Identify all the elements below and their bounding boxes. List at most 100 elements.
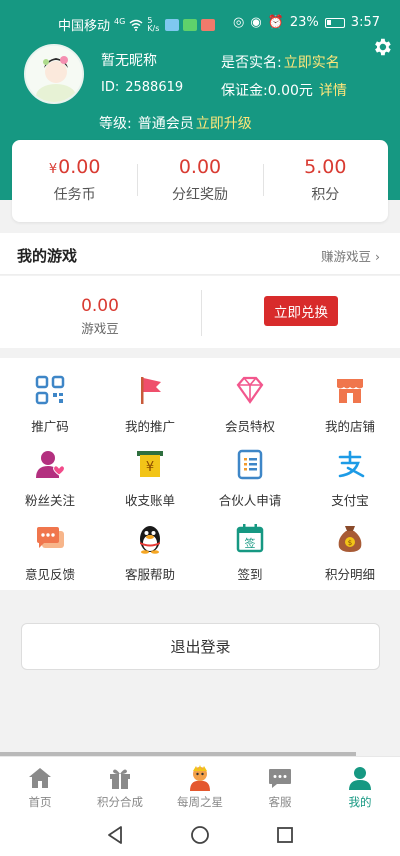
carrier-label: 中国移动	[58, 19, 111, 34]
divider	[201, 290, 202, 336]
system-navigation-bar	[0, 814, 400, 856]
alipay-icon	[338, 450, 365, 478]
diamond-icon	[236, 376, 264, 404]
task-coin-value: 0.00	[58, 156, 101, 178]
wechat-icon	[183, 18, 198, 31]
upgrade-link[interactable]: 立即升级	[196, 116, 252, 132]
tab-home[interactable]: 首页	[0, 757, 80, 814]
tab-label: 积分合成	[97, 795, 143, 809]
menu-item-feedback[interactable]: 意见反馈	[0, 522, 100, 583]
menu-item-vip-privilege[interactable]: 会员特权	[200, 374, 300, 435]
points-value: 5.00	[304, 156, 347, 178]
section-title: 我的游戏	[17, 247, 78, 265]
stat-label: 分红奖励	[171, 187, 228, 203]
app-notification-icon	[165, 18, 180, 31]
deposit-detail-link[interactable]: 详情	[319, 83, 347, 99]
battery-icon	[324, 17, 345, 28]
nfc-icon: ◎	[233, 15, 245, 30]
map-notification-icon	[201, 18, 216, 31]
menu-item-promo-code[interactable]: 推广码	[0, 374, 100, 435]
earn-beans-label: 赚游戏豆	[321, 249, 372, 264]
deposit-value: 0.00元	[267, 83, 313, 99]
user-id-value: 2588619	[125, 80, 184, 95]
user-heart-icon	[36, 451, 65, 478]
star-character-icon	[190, 765, 210, 791]
tab-label: 首页	[28, 795, 52, 809]
menu-item-partner-apply[interactable]: 合伙人申请	[200, 448, 300, 509]
menu-item-label: 会员特权	[224, 419, 275, 434]
alarm-icon: ⏰	[267, 15, 284, 30]
battery-percent: 23%	[289, 15, 319, 30]
qr-code-icon	[35, 375, 65, 405]
status-bar: 中国移动 4G 5 K/s ◎ ◉ ⏰ 23% 3:57	[0, 0, 400, 44]
menu-item-my-shop[interactable]: 我的店铺	[300, 374, 400, 435]
tab-label: 每周之星	[177, 795, 223, 809]
my-games-header: 我的游戏 赚游戏豆 ›	[0, 233, 400, 275]
menu-item-bills[interactable]: ¥ 收支账单	[100, 448, 200, 509]
avatar[interactable]	[24, 44, 84, 104]
stat-label: 积分	[311, 187, 340, 203]
menu-item-label: 推广码	[31, 419, 69, 434]
wifi-icon	[129, 19, 143, 31]
network-label: 4G	[114, 17, 126, 26]
stat-points[interactable]: 5.00 积分	[262, 140, 388, 222]
gear-icon[interactable]	[371, 36, 393, 58]
realname-label: 是否实名:	[221, 55, 282, 71]
home-icon	[29, 768, 51, 788]
home-circle-icon[interactable]	[190, 825, 210, 845]
penguin-icon	[140, 526, 160, 554]
menu-item-points-detail[interactable]: $ 积分明细	[300, 522, 400, 583]
menu-item-customer-help[interactable]: 客服帮助	[100, 522, 200, 583]
stat-task-coin[interactable]: ¥0.00 任务币	[12, 140, 137, 222]
money-bag-icon: $	[338, 526, 362, 552]
tab-mine[interactable]: 我的	[320, 757, 400, 814]
back-icon[interactable]	[106, 825, 124, 845]
exchange-button[interactable]: 立即兑换	[264, 296, 338, 326]
menu-item-checkin[interactable]: 签 签到	[200, 522, 300, 583]
nickname: 暂无昵称	[101, 53, 157, 69]
tab-label: 客服	[268, 795, 292, 809]
clock: 3:57	[350, 15, 380, 30]
dividend-value: 0.00	[178, 156, 222, 178]
level-label: 等级:	[99, 116, 132, 132]
realname-status: 是否实名: 立即实名	[221, 52, 340, 72]
message-icon	[269, 769, 291, 788]
stat-value: ¥0.00	[12, 156, 137, 178]
gift-icon	[110, 769, 130, 789]
chat-icon	[37, 527, 64, 548]
user-id-label: ID:	[101, 80, 120, 95]
bill-icon: ¥	[137, 451, 163, 477]
deposit-label: 保证金:	[221, 83, 268, 99]
stat-dividend[interactable]: 0.00 分红奖励	[137, 140, 262, 222]
tab-weekly-star[interactable]: 每周之星	[160, 757, 240, 814]
menu-item-label: 支付宝	[331, 493, 369, 508]
realname-link[interactable]: 立即实名	[284, 55, 340, 71]
my-games-body: 0.00 游戏豆 立即兑换	[0, 276, 400, 348]
currency-symbol: ¥	[48, 162, 58, 177]
svg-text:¥: ¥	[146, 460, 154, 475]
svg-text:签: 签	[245, 536, 256, 550]
logout-button[interactable]: 退出登录	[21, 623, 380, 670]
menu-item-label: 签到	[237, 567, 263, 582]
menu-item-label: 合伙人申请	[218, 493, 282, 508]
menu-item-label: 我的推广	[124, 419, 175, 434]
recents-icon[interactable]	[276, 826, 294, 844]
game-beans-label: 游戏豆	[81, 321, 119, 336]
tab-points-synthesis[interactable]: 积分合成	[80, 757, 160, 814]
earn-beans-link[interactable]: 赚游戏豆 ›	[321, 246, 380, 265]
chevron-right-icon: ›	[375, 249, 380, 264]
deposit-row: 保证金:0.00元 详情	[221, 80, 347, 100]
menu-item-fans[interactable]: 粉丝关注	[0, 448, 100, 509]
bottom-tab-bar: 首页 积分合成 每周之星 客服 我的	[0, 756, 400, 814]
tab-customer-service[interactable]: 客服	[240, 757, 320, 814]
menu-item-alipay[interactable]: 支付宝	[300, 448, 400, 509]
menu-item-label: 收支账单	[124, 493, 175, 508]
game-beans-value: 0.00	[81, 296, 119, 316]
person-icon	[349, 767, 371, 790]
menu-item-my-promotion[interactable]: 我的推广	[100, 374, 200, 435]
tab-label: 我的	[348, 795, 372, 809]
flag-icon	[141, 377, 161, 404]
stats-card: ¥0.00 任务币 0.00 分红奖励 5.00 积分	[12, 140, 388, 222]
menu-item-label: 意见反馈	[24, 567, 75, 582]
calendar-sign-icon: 签	[236, 524, 264, 553]
